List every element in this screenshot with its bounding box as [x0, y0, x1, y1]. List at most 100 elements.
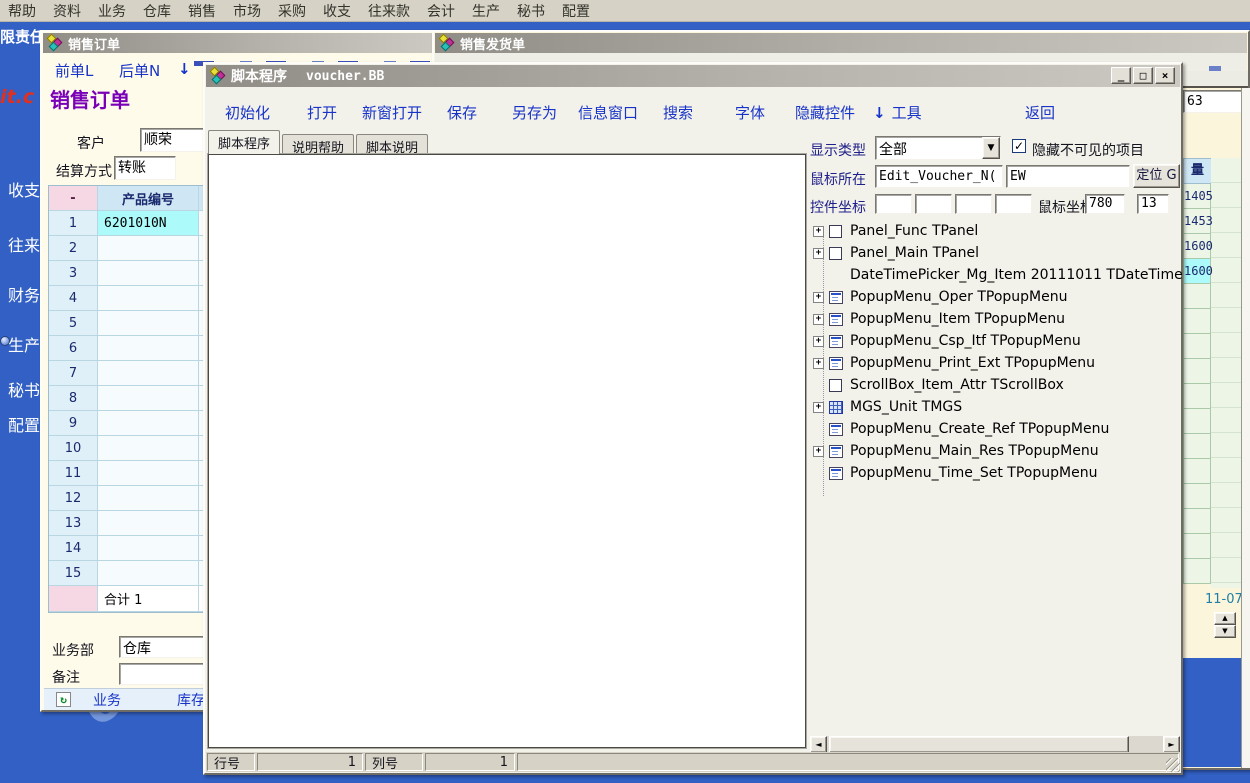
next-voucher-button[interactable]: 后单N [119, 60, 160, 81]
menu-item-5[interactable]: 销售 [188, 1, 216, 21]
locate-button[interactable]: 定位 G [1133, 164, 1180, 188]
expand-icon[interactable]: + [813, 402, 824, 413]
product-code-cell[interactable] [98, 411, 199, 436]
qty-empty-cell[interactable] [1183, 309, 1211, 334]
expand-icon[interactable]: + [813, 446, 824, 457]
tree-item-11[interactable]: +PopupMenu_Main_Res TPopupMenu [810, 440, 1182, 462]
tab-2[interactable]: 说明帮助 [282, 134, 354, 154]
toolbar-3[interactable]: 新窗打开 [362, 102, 422, 123]
menu-item-13[interactable]: 配置 [562, 1, 590, 21]
toolbar-5[interactable]: 另存为 [512, 102, 557, 123]
menu-item-8[interactable]: 收支 [323, 1, 351, 21]
qty-empty-cell[interactable] [1183, 334, 1211, 359]
menu-item-3[interactable]: 业务 [98, 1, 126, 21]
sales-order-titlebar[interactable]: 销售订单 [43, 33, 433, 53]
toolbar-1[interactable]: 初始化 [225, 102, 270, 123]
toolbar-8[interactable]: 字体 [735, 102, 765, 123]
coord-input-2[interactable] [915, 194, 952, 214]
qty-empty-cell[interactable] [1183, 459, 1211, 484]
qty-empty-cell[interactable] [1183, 484, 1211, 509]
display-type-combo[interactable]: 全部 ▼ [875, 136, 1001, 160]
qty-value-cell[interactable]: 1600 [1183, 234, 1211, 259]
menu-item-4[interactable]: 仓库 [143, 1, 171, 21]
menu-item-2[interactable]: 资料 [53, 1, 81, 21]
footer-link-1[interactable]: 业务 [93, 690, 121, 710]
qty-empty-cell[interactable] [1183, 534, 1211, 559]
mouse-over-extra-input[interactable]: EW [1006, 165, 1130, 188]
prev-voucher-button[interactable]: 前单L [55, 60, 93, 81]
expand-icon[interactable]: + [813, 292, 824, 303]
product-code-cell[interactable] [98, 436, 199, 461]
qty-value-cell[interactable]: 1453 [1183, 209, 1211, 234]
maximize-button[interactable]: □ [1133, 67, 1153, 84]
tree-item-10[interactable]: PopupMenu_Create_Ref TPopupMenu [810, 418, 1182, 440]
sidebar-item-2[interactable]: 往来 [8, 232, 42, 256]
menu-item-12[interactable]: 秘书 [517, 1, 545, 21]
scrollbar-thumb[interactable] [829, 736, 1129, 753]
script-titlebar[interactable]: 脚本程序 voucher.BB _ □ × [206, 65, 1180, 87]
tree-item-6[interactable]: +PopupMenu_Csp_Itf TPopupMenu [810, 330, 1182, 352]
tree-hscrollbar[interactable]: ◄ ► [810, 736, 1180, 753]
delivery-scrollbar[interactable] [1241, 88, 1250, 768]
tab-1[interactable]: 脚本程序 [208, 130, 280, 154]
sidebar-item-4[interactable]: 生产 [8, 332, 42, 356]
coord-input-4[interactable] [995, 194, 1032, 214]
toolbar-10[interactable]: ↓工具 [873, 102, 922, 123]
menu-item-6[interactable]: 市场 [233, 1, 261, 21]
scroll-right-icon[interactable]: ► [1163, 736, 1180, 753]
menu-item-1[interactable]: 帮助 [8, 1, 36, 21]
tree-item-9[interactable]: +MGS_Unit TMGS [810, 396, 1182, 418]
refresh-icon[interactable]: ↻ [56, 692, 71, 707]
product-code-cell[interactable] [98, 311, 199, 336]
menu-item-11[interactable]: 生产 [472, 1, 500, 21]
dropdown-arrow-icon[interactable]: ▼ [982, 137, 1000, 159]
qty-empty-cell[interactable] [1183, 384, 1211, 409]
product-code-cell[interactable] [98, 561, 199, 586]
tree-item-12[interactable]: PopupMenu_Time_Set TPopupMenu [810, 462, 1182, 484]
toolbar-9[interactable]: 隐藏控件 [795, 102, 855, 123]
tab-3[interactable]: 脚本说明 [356, 134, 428, 154]
menu-item-9[interactable]: 往来款 [368, 1, 410, 21]
qty-empty-cell[interactable] [1183, 509, 1211, 534]
toolbar-11[interactable]: 返回 [1025, 102, 1055, 123]
delivery-number-field[interactable]: 63 [1183, 90, 1248, 113]
delivery-titlebar[interactable]: 销售发货单 [435, 33, 1247, 53]
product-code-cell[interactable]: 6201010N [98, 211, 199, 236]
coord-input-3[interactable] [955, 194, 992, 214]
expand-icon[interactable]: + [813, 358, 824, 369]
mouse-over-name-input[interactable]: Edit_Voucher_N( [875, 165, 1003, 188]
product-code-cell[interactable] [98, 536, 199, 561]
product-code-cell[interactable] [98, 236, 199, 261]
qty-empty-cell[interactable] [1183, 409, 1211, 434]
spin-up-icon[interactable]: ▲ [1214, 612, 1236, 625]
minimize-button[interactable]: _ [1111, 67, 1131, 84]
tree-item-7[interactable]: +PopupMenu_Print_Ext TPopupMenu [810, 352, 1182, 374]
scroll-left-icon[interactable]: ◄ [810, 736, 827, 753]
toolbar-7[interactable]: 搜索 [663, 102, 693, 123]
resize-grip[interactable] [1166, 758, 1180, 772]
qty-empty-cell[interactable] [1183, 434, 1211, 459]
mouse-y-input[interactable]: 13 [1137, 194, 1169, 214]
product-code-cell[interactable] [98, 261, 199, 286]
qty-value-cell[interactable]: 1600 [1183, 259, 1211, 284]
menu-item-7[interactable]: 采购 [278, 1, 306, 21]
product-code-cell[interactable] [98, 361, 199, 386]
qty-empty-cell[interactable] [1183, 284, 1211, 309]
expand-icon[interactable]: + [813, 226, 824, 237]
product-code-cell[interactable] [98, 336, 199, 361]
product-code-cell[interactable] [98, 461, 199, 486]
toolbar-4[interactable]: 保存 [447, 102, 477, 123]
toolbar-2[interactable]: 打开 [307, 102, 337, 123]
qty-empty-cell[interactable] [1183, 359, 1211, 384]
expand-icon[interactable]: + [813, 314, 824, 325]
qty-value-cell[interactable]: 1405 [1183, 184, 1211, 209]
grid-product-header[interactable]: 产品编号 [98, 186, 199, 211]
tree-item-1[interactable]: +Panel_Func TPanel [810, 220, 1182, 242]
product-code-cell[interactable] [98, 486, 199, 511]
product-code-cell[interactable] [98, 286, 199, 311]
mouse-x-input[interactable]: 780 [1085, 194, 1125, 214]
qty-empty-cell[interactable] [1183, 559, 1211, 584]
down-arrow-icon[interactable]: ↓ [178, 60, 191, 78]
sidebar-item-5[interactable]: 秘书 [8, 377, 42, 401]
expand-icon[interactable]: + [813, 248, 824, 259]
